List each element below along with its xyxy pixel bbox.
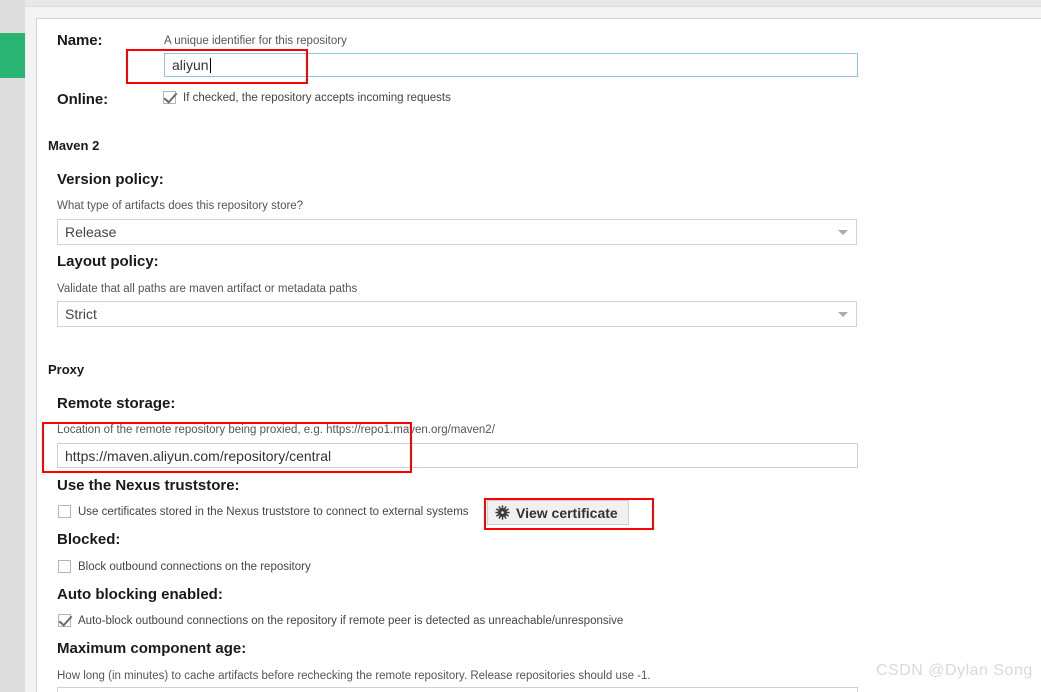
version-policy-help-row: What type of artifacts does this reposit… [57, 200, 303, 212]
blocked-label: Blocked: [57, 531, 121, 548]
max-component-age-input[interactable] [57, 687, 858, 692]
version-policy-select[interactable]: Release [57, 219, 857, 245]
name-label-row: Name: [57, 32, 102, 49]
version-policy-help-text: What type of artifacts does this reposit… [57, 200, 304, 212]
blocked-label-row: Blocked: [57, 531, 120, 548]
online-label: Online: [57, 91, 108, 108]
app-window: Name: A unique identifier for this repos… [0, 0, 1041, 692]
max-component-age-help-row: How long (in minutes) to cache artifacts… [57, 670, 651, 682]
remote-storage-help-text: Location of the remote repository being … [57, 424, 495, 436]
auto-blocking-label-row: Auto blocking enabled: [57, 586, 223, 603]
auto-blocking-checkbox[interactable] [58, 614, 71, 627]
version-policy-label-row: Version policy: [57, 171, 164, 188]
blocked-checkbox[interactable] [58, 560, 71, 573]
gear-icon [495, 505, 510, 520]
repository-form: Name: A unique identifier for this repos… [0, 0, 1005, 692]
max-component-age-help-text: How long (in minutes) to cache artifacts… [57, 670, 651, 682]
view-certificate-label: View certificate [516, 504, 618, 521]
truststore-label-row: Use the Nexus truststore: [57, 477, 240, 494]
name-input-value: aliyun [172, 57, 209, 73]
maven-section-title: Maven 2 [48, 138, 100, 153]
max-component-age-label: Maximum component age: [57, 640, 247, 657]
truststore-checkbox-label: Use certificates stored in the Nexus tru… [78, 505, 469, 518]
proxy-section-title-row: Proxy [48, 362, 84, 377]
remote-storage-input[interactable]: https://maven.aliyun.com/repository/cent… [57, 443, 858, 468]
chevron-down-icon [838, 312, 848, 317]
text-caret [209, 57, 211, 73]
name-help-text: A unique identifier for this repository [164, 35, 347, 47]
truststore-label: Use the Nexus truststore: [57, 477, 240, 494]
version-policy-value: Release [65, 224, 117, 240]
auto-blocking-label: Auto blocking enabled: [57, 586, 223, 603]
name-help-row: A unique identifier for this repository [164, 35, 347, 47]
online-checkbox[interactable] [163, 91, 176, 104]
auto-blocking-checkbox-label: Auto-block outbound connections on the r… [78, 614, 624, 627]
layout-policy-label-row: Layout policy: [57, 253, 159, 270]
online-label-row: Online: [57, 91, 108, 108]
layout-policy-value: Strict [65, 306, 97, 322]
layout-policy-label: Layout policy: [57, 253, 159, 270]
name-label: Name: [57, 32, 103, 49]
maven-section-title-row: Maven 2 [48, 138, 99, 153]
remote-storage-label-row: Remote storage: [57, 395, 175, 412]
watermark: CSDN @Dylan Song [876, 662, 1033, 679]
layout-policy-help-text: Validate that all paths are maven artifa… [57, 283, 358, 295]
max-component-age-label-row: Maximum component age: [57, 640, 246, 657]
truststore-checkbox[interactable] [58, 505, 71, 518]
name-input[interactable]: aliyun [164, 53, 858, 77]
remote-storage-help-row: Location of the remote repository being … [57, 424, 495, 436]
online-checkbox-row[interactable]: If checked, the repository accepts incom… [163, 91, 451, 104]
layout-policy-select[interactable]: Strict [57, 301, 857, 327]
layout-policy-help-row: Validate that all paths are maven artifa… [57, 283, 357, 295]
online-checkbox-label: If checked, the repository accepts incom… [183, 91, 451, 104]
version-policy-label: Version policy: [57, 171, 164, 188]
remote-storage-value: https://maven.aliyun.com/repository/cent… [65, 447, 332, 464]
proxy-section-title: Proxy [48, 362, 85, 377]
blocked-checkbox-row[interactable]: Block outbound connections on the reposi… [58, 560, 311, 573]
truststore-checkbox-row[interactable]: Use certificates stored in the Nexus tru… [58, 505, 469, 518]
auto-blocking-checkbox-row[interactable]: Auto-block outbound connections on the r… [58, 614, 623, 627]
blocked-checkbox-label: Block outbound connections on the reposi… [78, 560, 311, 573]
chevron-down-icon [838, 230, 848, 235]
view-certificate-button[interactable]: View certificate [487, 500, 629, 525]
remote-storage-label: Remote storage: [57, 395, 176, 412]
